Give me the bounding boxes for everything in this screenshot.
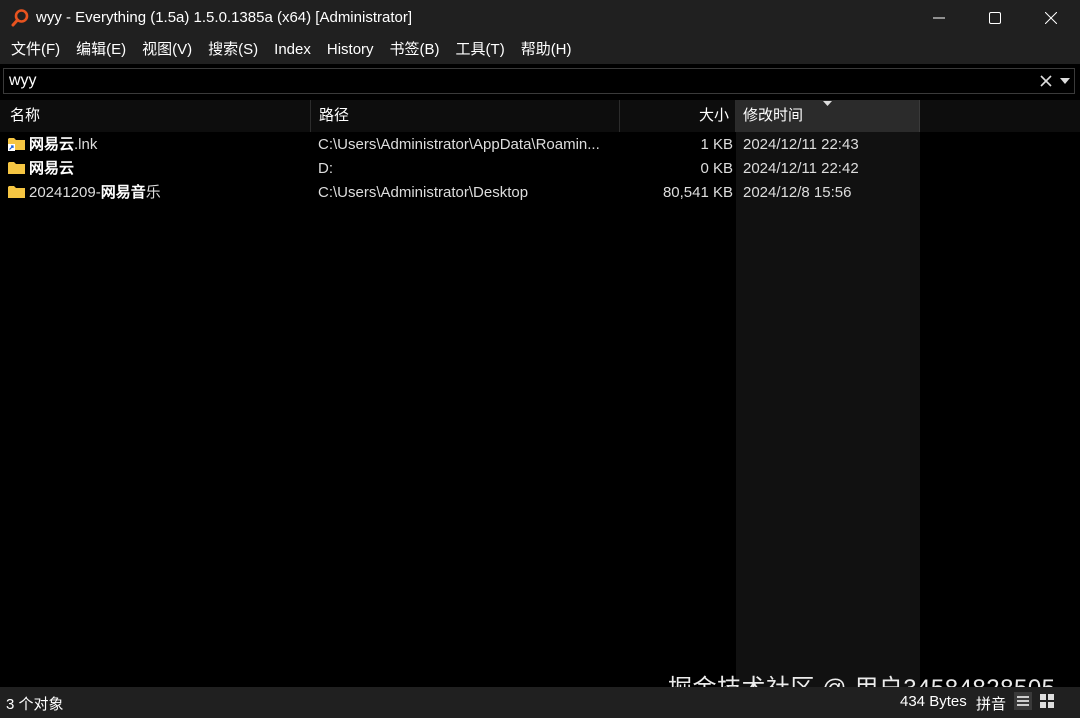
search-history-dropdown-icon[interactable] — [1060, 78, 1070, 84]
sorted-column-highlight — [736, 132, 920, 687]
search-bar — [3, 68, 1075, 94]
result-row[interactable]: 20241209-网易音乐 C:\Users\Administrator\Des… — [0, 181, 1080, 205]
minimize-icon — [933, 17, 945, 19]
name-match-text: 网易云 — [29, 160, 75, 177]
search-input[interactable] — [9, 70, 1029, 92]
magnifier-icon — [11, 9, 29, 27]
shortcut-folder-icon — [8, 138, 25, 152]
menu-help[interactable]: 帮助(H) — [513, 36, 580, 64]
maximize-icon — [989, 12, 1001, 24]
row-date: 2024/12/8 15:56 — [743, 184, 852, 201]
name-rest-text: 乐 — [145, 184, 161, 201]
sort-descending-icon — [823, 101, 832, 106]
status-ime: 拼音 — [976, 696, 1007, 713]
column-header-path[interactable]: 路径 — [311, 100, 620, 132]
name-match-text: 网易音 — [100, 184, 146, 201]
row-name: 网易云 — [8, 157, 308, 181]
result-row[interactable]: 网易云 D: 0 KB 2024/12/11 22:42 — [0, 157, 1080, 181]
menu-edit[interactable]: 编辑(E) — [68, 36, 134, 64]
menu-search[interactable]: 搜索(S) — [200, 36, 266, 64]
details-view-icon[interactable] — [1014, 692, 1032, 710]
status-object-count: 3 个对象 — [6, 696, 64, 713]
maximize-button[interactable] — [966, 0, 1024, 36]
row-size: 0 KB — [700, 160, 733, 177]
name-rest-text: .lnk — [74, 136, 98, 153]
close-icon — [1045, 12, 1057, 24]
folder-icon — [8, 186, 25, 199]
menu-view[interactable]: 视图(V) — [134, 36, 200, 64]
menu-history[interactable]: History — [319, 36, 382, 64]
name-match-text: 网易云 — [29, 136, 75, 153]
window-title: wyy - Everything (1.5a) 1.5.0.1385a (x64… — [36, 9, 412, 26]
name-prefix-text: 20241209- — [29, 184, 101, 201]
close-button[interactable] — [1022, 0, 1080, 36]
column-header-size[interactable]: 大小 — [620, 100, 736, 132]
status-bar: 3 个对象 434 Bytes 拼音 — [0, 687, 1080, 718]
result-row[interactable]: 网易云.lnk C:\Users\Administrator\AppData\R… — [0, 133, 1080, 157]
thumbnails-view-icon[interactable] — [1038, 692, 1056, 710]
minimize-button[interactable] — [910, 0, 968, 36]
row-date: 2024/12/11 22:42 — [743, 160, 859, 177]
row-date: 2024/12/11 22:43 — [743, 136, 859, 153]
row-name: 20241209-网易音乐 — [8, 181, 308, 205]
menu-bar: 文件(F) 编辑(E) 视图(V) 搜索(S) Index History 书签… — [0, 36, 1080, 64]
menu-tools[interactable]: 工具(T) — [448, 36, 513, 64]
menu-index[interactable]: Index — [266, 36, 319, 64]
row-path: D: — [318, 160, 333, 177]
row-name: 网易云.lnk — [8, 133, 308, 157]
menu-bookmarks[interactable]: 书签(B) — [382, 36, 448, 64]
title-bar: wyy - Everything (1.5a) 1.5.0.1385a (x64… — [0, 0, 1080, 36]
row-size: 80,541 KB — [662, 184, 733, 201]
row-size: 1 KB — [700, 136, 733, 153]
folder-icon — [8, 162, 25, 175]
results-list: 网易云.lnk C:\Users\Administrator\AppData\R… — [0, 133, 1080, 205]
status-total-size: 434 Bytes — [900, 693, 967, 710]
row-path: C:\Users\Administrator\Desktop — [318, 184, 529, 201]
column-header-bar: 名称 路径 大小 修改时间 — [0, 100, 1080, 132]
clear-search-icon[interactable] — [1038, 73, 1054, 89]
menu-file[interactable]: 文件(F) — [0, 36, 68, 64]
row-path: C:\Users\Administrator\AppData\Roamin... — [318, 136, 600, 153]
column-header-name[interactable]: 名称 — [0, 100, 311, 132]
